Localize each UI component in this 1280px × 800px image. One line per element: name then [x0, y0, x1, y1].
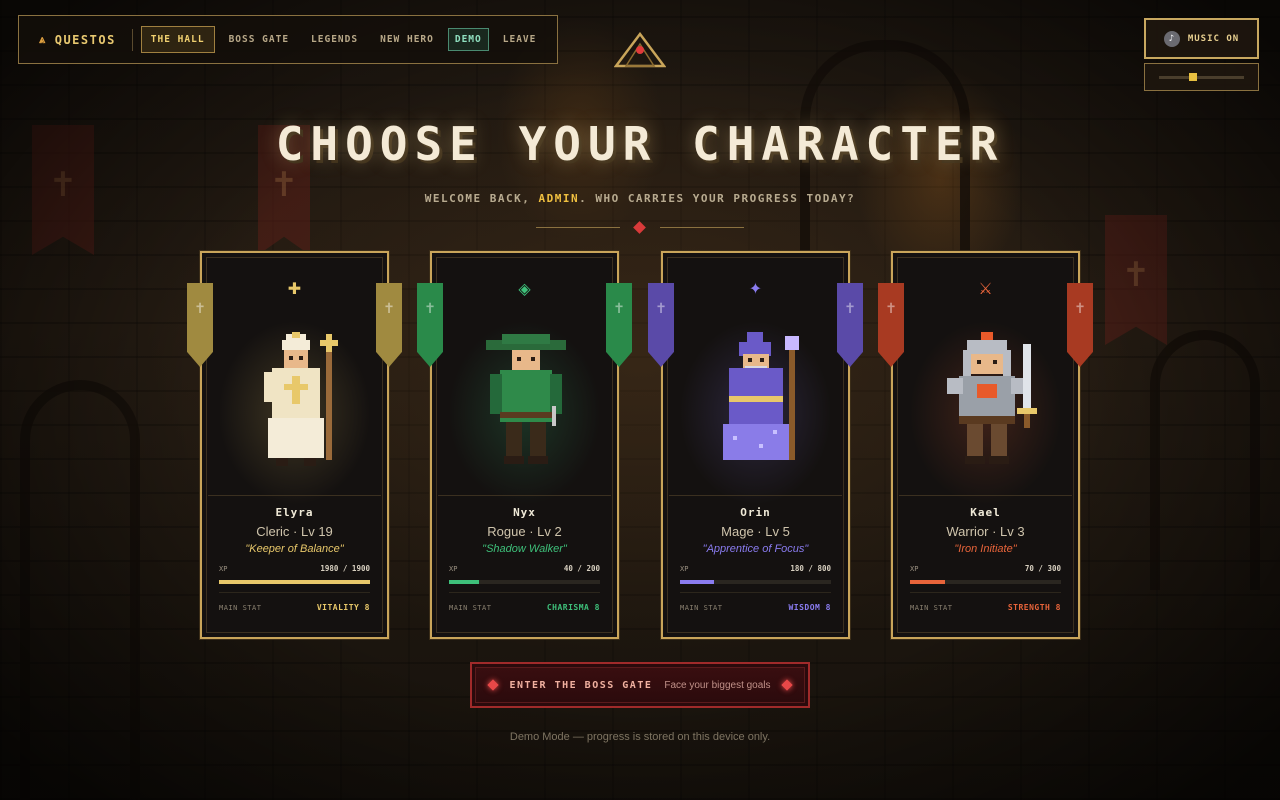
stat-divider	[680, 592, 831, 593]
boss-gate-description: Face your biggest goals	[664, 679, 771, 691]
enter-boss-gate-button[interactable]: ENTER THE BOSS GATE Face your biggest go…	[470, 662, 810, 708]
boss-gate-label: ENTER THE BOSS GATE	[509, 679, 653, 691]
main-stat-label: MAIN STAT	[449, 604, 492, 612]
divider-gem-icon	[633, 221, 646, 234]
main-stat-value: VITALITY 8	[316, 603, 370, 612]
character-card-kael[interactable]: ⚔ Kael Warrior · Lv 3 "Iron Initiate" XP…	[878, 251, 1093, 639]
stat-divider	[449, 592, 600, 593]
brand-logo-icon: ⩓	[39, 32, 47, 46]
hero-title: "Keeper of Balance"	[245, 543, 344, 555]
speaker-icon: ♪	[1163, 30, 1180, 47]
xp-bar-fill	[680, 580, 714, 584]
nav-item-the-hall[interactable]: THE HALL	[140, 26, 215, 53]
hero-name: Elyra	[275, 506, 314, 519]
xp-value: 40 / 200	[563, 564, 600, 573]
xp-label: XP	[449, 565, 458, 573]
nav-items: THE HALL BOSS GATE LEGENDS NEW HERO DEMO LEAV…	[140, 26, 545, 53]
hero-class-level: Cleric · Lv 19	[256, 524, 333, 539]
xp-bar	[910, 580, 1061, 584]
card-info: Orin Mage · Lv 5 "Apprentice of Focus" X…	[669, 495, 842, 631]
hero-name: Orin	[740, 506, 771, 519]
page-title: CHOOSE YOUR CHARACTER	[275, 117, 1005, 171]
nav-item-boss-gate[interactable]: BOSS GATE	[221, 27, 297, 52]
xp-bar-fill	[219, 580, 370, 584]
cleric-sprite	[242, 325, 350, 475]
ornament-divider	[536, 221, 744, 234]
xp-value: 1980 / 1900	[320, 564, 370, 573]
red-gem-icon	[487, 679, 500, 691]
volume-control	[1144, 63, 1259, 91]
card-info: Kael Warrior · Lv 3 "Iron Initiate" XP 7…	[899, 495, 1072, 631]
top-nav: ⩓ QUESTOS THE HALL BOSS GATE LEGENDS NEW HE…	[18, 15, 558, 64]
volume-slider[interactable]	[1159, 73, 1244, 81]
hero-class-level: Warrior · Lv 3	[946, 524, 1025, 539]
divider-line-right	[660, 227, 744, 228]
hero-title: "Iron Initiate"	[954, 543, 1017, 555]
brand[interactable]: ⩓ QUESTOS	[39, 28, 133, 51]
music-toggle-button[interactable]: ♪ MUSIC ON	[1144, 18, 1259, 59]
xp-label: XP	[680, 565, 689, 573]
xp-bar	[219, 580, 370, 584]
character-card-nyx[interactable]: ◈ Nyx Rogue · Lv 2 "Shadow Walker" XP 40…	[417, 251, 632, 639]
demo-mode-note: Demo Mode — progress is stored on this d…	[509, 731, 771, 743]
main-stat-value: STRENGTH 8	[1007, 603, 1061, 612]
nav-item-new-hero[interactable]: NEW HERO	[372, 27, 442, 52]
username: ADMIN	[538, 192, 580, 205]
nav-item-leave[interactable]: LEAVE	[495, 27, 545, 52]
stat-divider	[219, 592, 370, 593]
music-label: MUSIC ON	[1187, 33, 1240, 44]
star-icon: ✦	[748, 279, 763, 298]
xp-bar-fill	[910, 580, 946, 584]
hero-name: Kael	[970, 506, 1001, 519]
nav-item-demo[interactable]: DEMO	[447, 28, 489, 51]
xp-label: XP	[910, 565, 919, 573]
volume-slider-thumb[interactable]	[1189, 73, 1197, 81]
warrior-sprite	[933, 325, 1041, 475]
xp-bar	[680, 580, 831, 584]
red-gem-icon	[780, 679, 793, 691]
hero-title: "Apprentice of Focus"	[702, 543, 809, 555]
questos-emblem-icon	[614, 32, 666, 68]
divider-line-left	[536, 227, 620, 228]
wall-banner-right	[1105, 215, 1167, 345]
brand-name: QUESTOS	[54, 32, 116, 47]
nav-item-legends[interactable]: LEGENDS	[303, 27, 366, 52]
character-card-orin[interactable]: ✦ Orin Mage · Lv 5 "Apprentice of Focus"…	[648, 251, 863, 639]
main-stat-label: MAIN STAT	[680, 604, 723, 612]
xp-bar	[449, 580, 600, 584]
xp-value: 180 / 800	[790, 564, 831, 573]
main-stat-value: CHARISMA 8	[546, 603, 600, 612]
card-info: Elyra Cleric · Lv 19 "Keeper of Balance"…	[208, 495, 381, 631]
character-card-elyra[interactable]: ✚ Elyra Cleric · Lv 19 "Keeper of Balanc…	[187, 251, 402, 639]
xp-label: XP	[219, 565, 228, 573]
hero-title: "Shadow Walker"	[482, 543, 567, 555]
xp-bar-fill	[449, 580, 480, 584]
main-stat-label: MAIN STAT	[910, 604, 953, 612]
emerald-icon: ◈	[518, 279, 531, 298]
main-stat-value: WISDOM 8	[788, 603, 831, 612]
stat-divider	[910, 592, 1061, 593]
hero-class-level: Mage · Lv 5	[721, 524, 790, 539]
card-info: Nyx Rogue · Lv 2 "Shadow Walker" XP 40 /…	[438, 495, 611, 631]
hero-class-level: Rogue · Lv 2	[487, 524, 562, 539]
mage-sprite	[703, 325, 811, 475]
subtitle-suffix: . WHO CARRIES YOUR PROGRESS TODAY?	[579, 192, 856, 205]
welcome-subtitle: WELCOME BACK, ADMIN. WHO CARRIES YOUR PR…	[0, 192, 1280, 205]
rogue-sprite	[472, 325, 580, 475]
main-stat-label: MAIN STAT	[219, 604, 262, 612]
xp-value: 70 / 300	[1024, 564, 1061, 573]
subtitle-prefix: WELCOME BACK,	[424, 192, 539, 205]
cross-icon: ✚	[287, 279, 302, 298]
crossed-swords-icon: ⚔	[978, 279, 993, 298]
hero-name: Nyx	[513, 506, 536, 519]
dungeon-arch-right	[1150, 330, 1260, 590]
